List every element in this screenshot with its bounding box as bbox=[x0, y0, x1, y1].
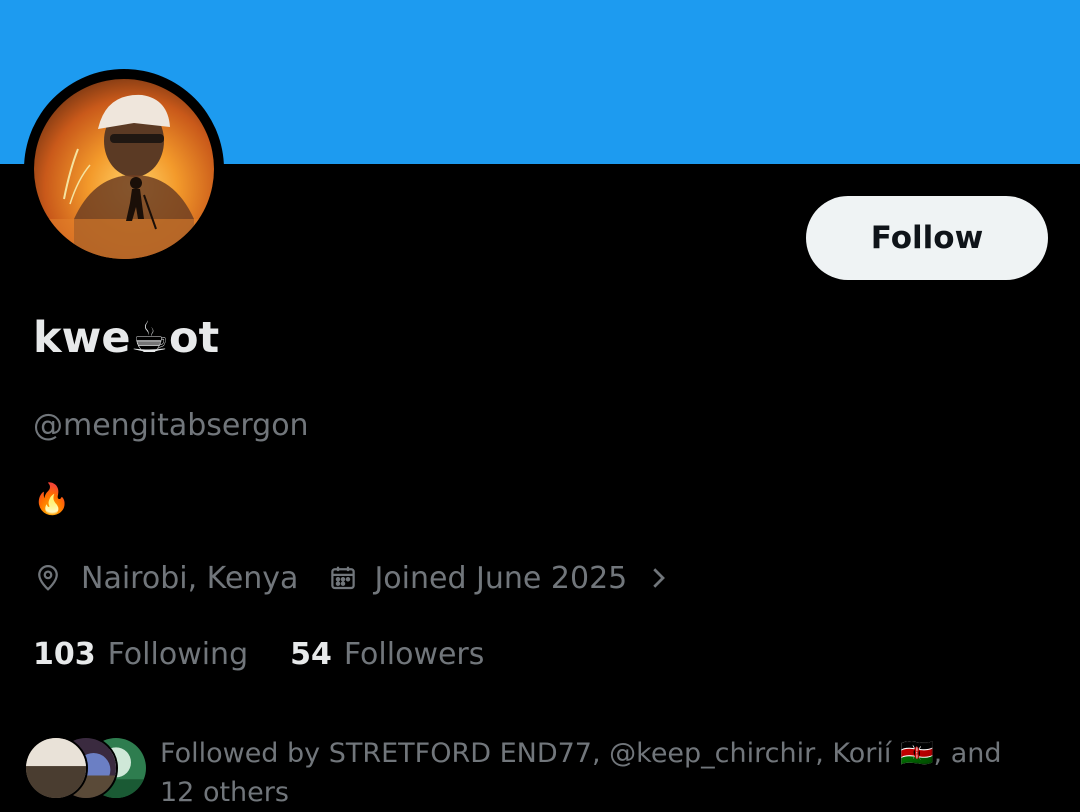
location-text: Nairobi, Kenya bbox=[81, 560, 299, 596]
followers-count: 54 bbox=[290, 636, 332, 672]
profile-stats: 103 Following 54 Followers bbox=[33, 632, 484, 676]
joined-date: Joined June 2025 bbox=[374, 560, 628, 596]
chevron-right-icon[interactable] bbox=[647, 563, 669, 593]
followers-link[interactable]: 54 Followers bbox=[290, 637, 484, 672]
follower-avatar-1 bbox=[24, 736, 88, 800]
following-label: Following bbox=[107, 636, 249, 672]
map-pin-icon bbox=[33, 563, 63, 593]
following-count: 103 bbox=[33, 636, 96, 672]
profile-handle: @mengitabsergon bbox=[33, 408, 309, 443]
followed-by-avatars bbox=[24, 736, 148, 800]
avatar-image bbox=[34, 79, 214, 259]
follow-button[interactable]: Follow bbox=[806, 196, 1048, 280]
profile-avatar[interactable] bbox=[24, 69, 224, 269]
followers-label: Followers bbox=[343, 636, 485, 672]
following-link[interactable]: 103 Following bbox=[33, 637, 248, 672]
display-name: kwe☕ot bbox=[33, 313, 220, 363]
profile-meta: Nairobi, Kenya Joined June 2025 bbox=[33, 556, 669, 600]
calendar-icon bbox=[328, 563, 358, 593]
followed-by-text: Followed by STRETFORD END77, @keep_chirc… bbox=[160, 738, 1002, 808]
profile-bio: 🔥 bbox=[33, 482, 71, 517]
